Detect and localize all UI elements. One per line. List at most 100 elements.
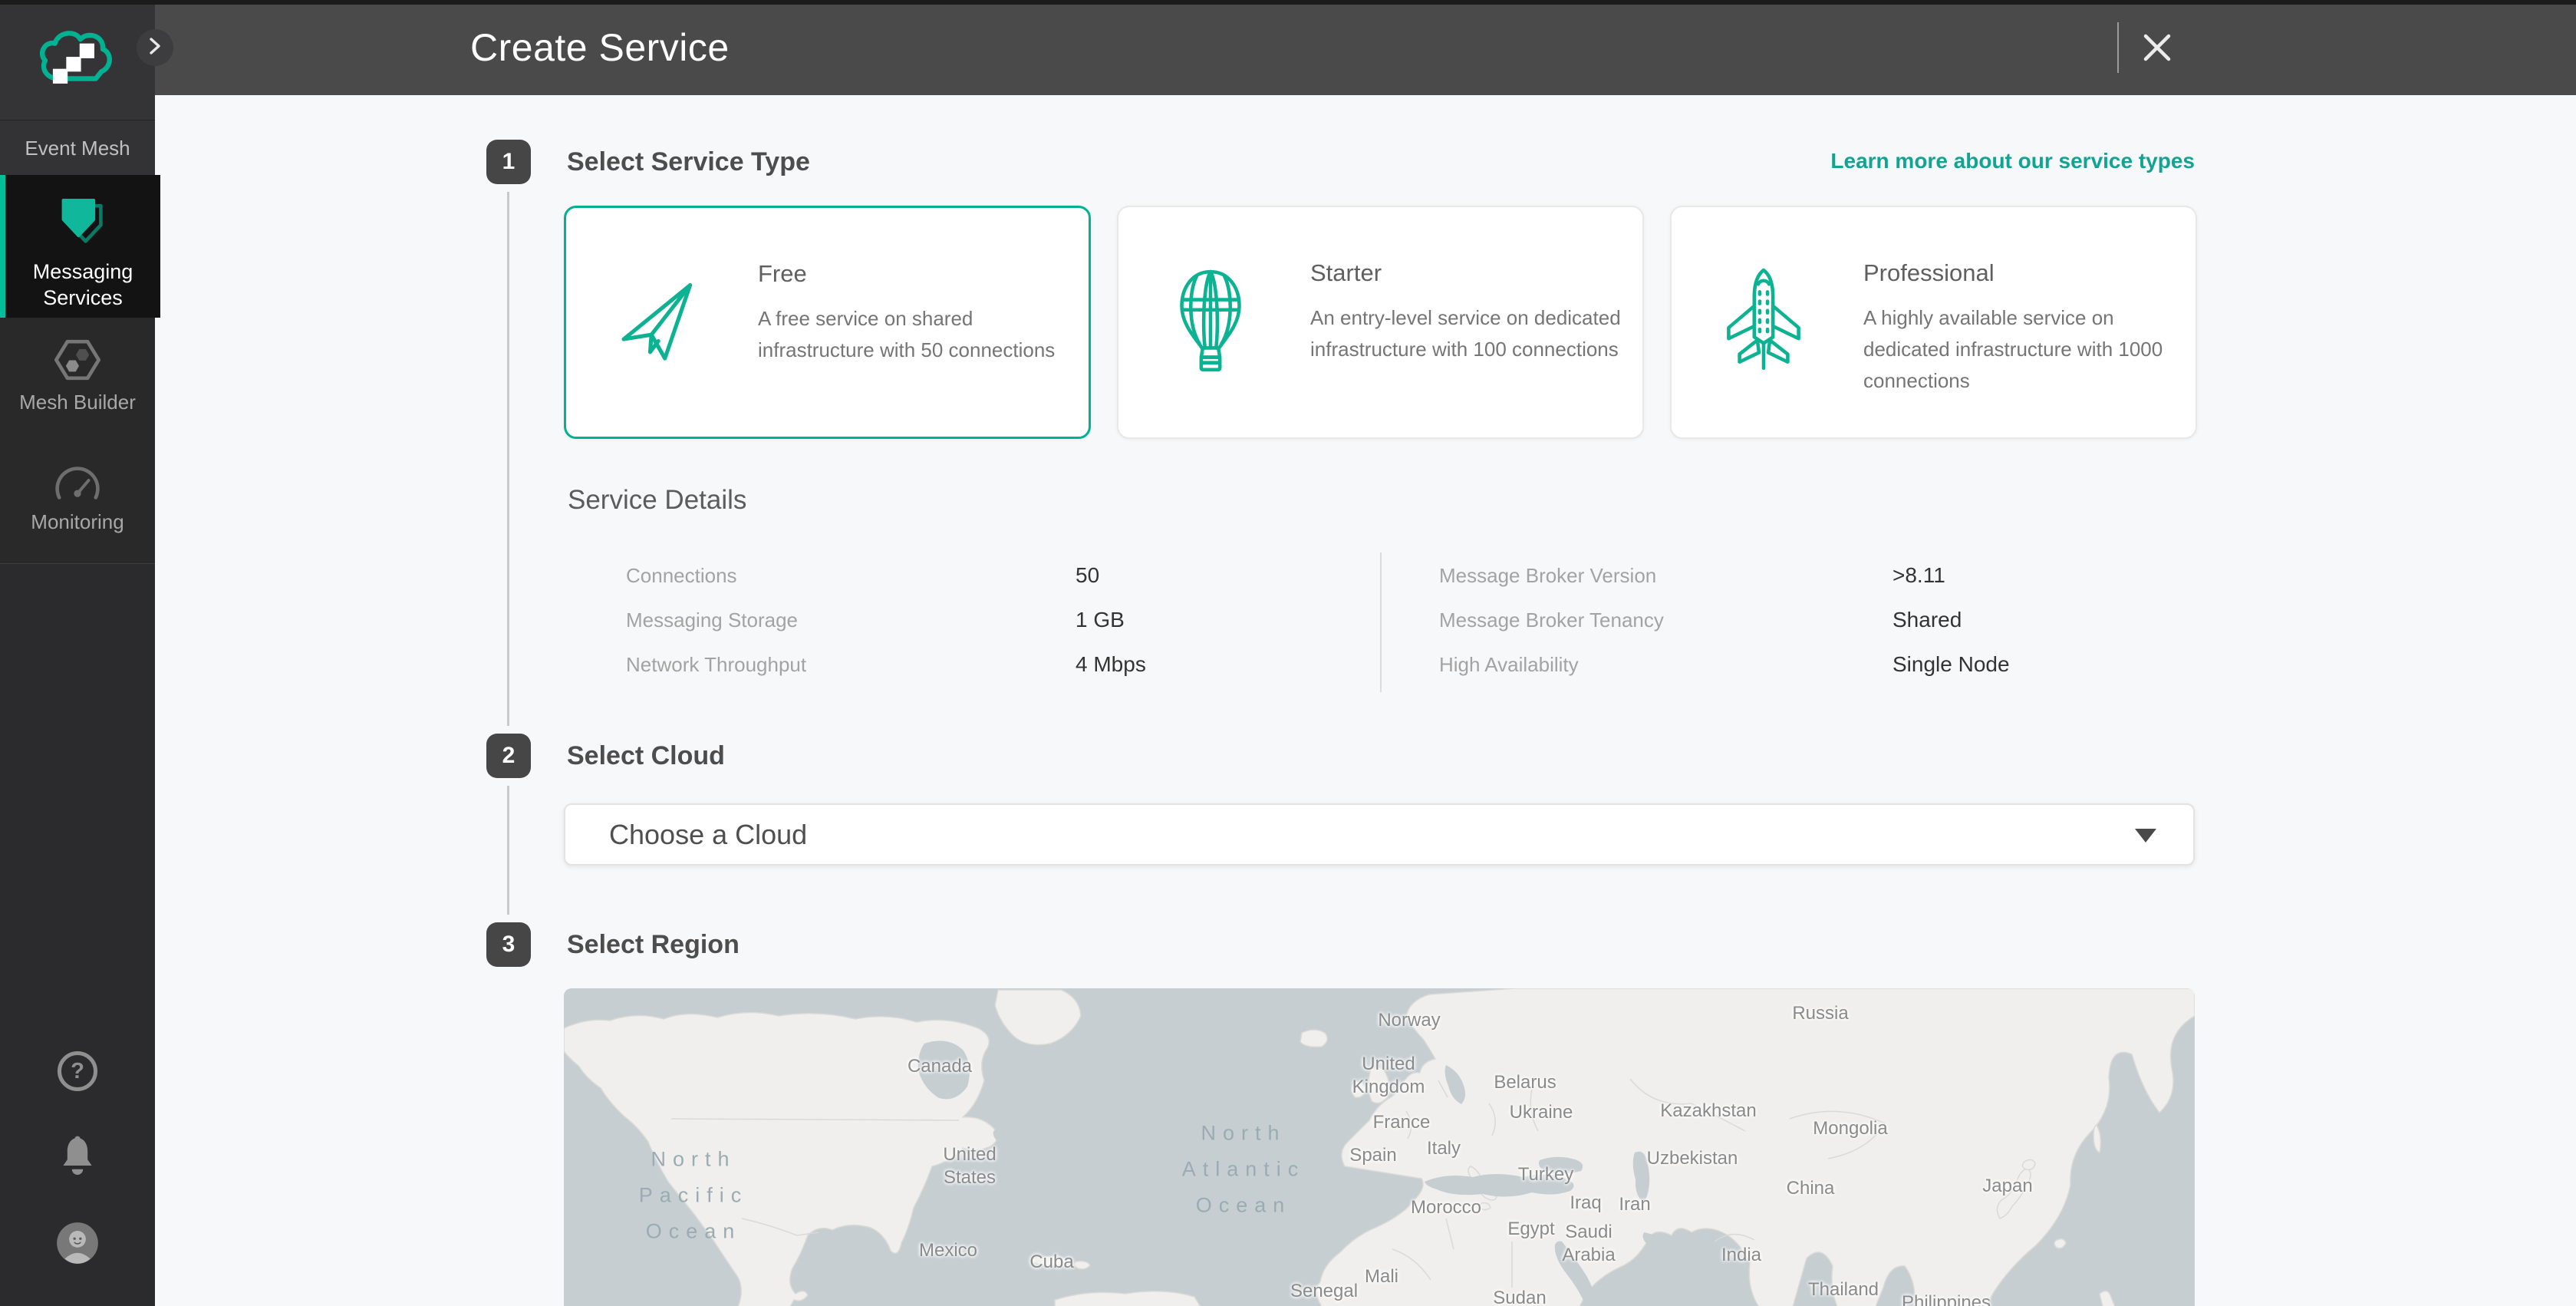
service-type-name: Professional <box>1863 259 1995 287</box>
map-country-label: Egypt <box>1507 1218 1554 1241</box>
detail-value: Shared <box>1892 608 1962 632</box>
step-1-badge: 1 <box>486 140 531 184</box>
sidebar: Event Mesh Messaging Services Mesh Build… <box>0 0 155 1306</box>
cloud-select[interactable]: Choose a Cloud <box>564 803 2195 866</box>
map-country-label: Kazakhstan <box>1660 1100 1756 1123</box>
sidebar-item-mesh-builder[interactable]: Mesh Builder <box>0 318 155 448</box>
solace-cloud-logo-icon <box>35 25 120 94</box>
map-country-label: Ukraine <box>1510 1101 1573 1124</box>
map-country-label: India <box>1721 1244 1761 1267</box>
service-details-right-column: Message Broker Version >8.11 Message Bro… <box>1439 563 2160 697</box>
service-details-left-column: Connections 50 Messaging Storage 1 GB Ne… <box>626 563 1347 697</box>
gauge-icon <box>52 459 103 509</box>
sidebar-item-label: Mesh Builder <box>0 389 155 415</box>
detail-label: Message Broker Tenancy <box>1439 608 1892 632</box>
detail-row: Network Throughput 4 Mbps <box>626 652 1347 677</box>
step-2-badge: 2 <box>486 734 531 778</box>
map-country-label: Uzbekistan <box>1647 1147 1738 1170</box>
map-country-label: Russia <box>1792 1002 1848 1025</box>
map-country-label: Italy <box>1427 1137 1461 1160</box>
service-type-card-starter[interactable]: Starter An entry-level service on dedica… <box>1117 206 1644 439</box>
product-label: Event Mesh <box>25 137 130 160</box>
detail-value: >8.11 <box>1892 563 1945 588</box>
map-country-label: Belarus <box>1494 1071 1556 1094</box>
hot-air-balloon-icon <box>1158 207 1262 440</box>
step-connector <box>507 192 509 726</box>
detail-label: Network Throughput <box>626 653 1076 677</box>
svg-text:?: ? <box>71 1059 84 1083</box>
map-country-label: Iraq <box>1570 1192 1601 1215</box>
account-button[interactable] <box>0 1219 155 1271</box>
detail-row: High Availability Single Node <box>1439 652 2160 677</box>
step-3-badge: 3 <box>486 922 531 967</box>
map-country-label: Morocco <box>1411 1196 1481 1219</box>
close-button[interactable] <box>2133 23 2182 72</box>
detail-row: Message Broker Tenancy Shared <box>1439 608 2160 632</box>
sidebar-expand-button[interactable] <box>137 29 173 66</box>
step-1-title: Select Service Type <box>567 140 810 184</box>
airplane-icon <box>1711 207 1815 440</box>
map-ocean-label: North Pacific Ocean <box>639 1142 749 1250</box>
logo-section <box>0 0 155 120</box>
map-country-label: Saudi Arabia <box>1562 1221 1615 1267</box>
paper-plane-icon <box>606 208 710 441</box>
sidebar-item-label: Monitoring <box>0 509 155 535</box>
detail-row: Message Broker Version >8.11 <box>1439 563 2160 588</box>
map-country-label: Senegal <box>1290 1280 1358 1303</box>
sidebar-item-monitoring[interactable]: Monitoring <box>0 448 155 564</box>
region-map[interactable]: Russia Canada Norway United Kingdom Belarus U… <box>564 988 2195 1306</box>
service-type-name: Free <box>758 260 807 288</box>
dialog-title: Create Service <box>470 0 730 95</box>
detail-label: Messaging Storage <box>626 608 1076 632</box>
detail-row: Connections 50 <box>626 563 1347 588</box>
map-country-label: Cuba <box>1029 1251 1073 1274</box>
map-country-label: Japan <box>1982 1175 2032 1198</box>
detail-label: High Availability <box>1439 653 1892 677</box>
map-country-label: Sudan <box>1493 1287 1546 1306</box>
map-country-label: Canada <box>908 1055 972 1078</box>
map-country-label: United States <box>943 1143 996 1189</box>
detail-value: 1 GB <box>1076 608 1125 632</box>
mesh-hexagon-icon <box>52 335 103 389</box>
detail-value: 4 Mbps <box>1076 652 1146 677</box>
notifications-button[interactable] <box>0 1133 155 1183</box>
map-country-label: Turkey <box>1518 1163 1573 1186</box>
dialog-body: 1 Select Service Type Learn more about o… <box>155 95 2576 1306</box>
details-divider <box>1380 552 1382 692</box>
detail-value: Single Node <box>1892 652 2010 677</box>
learn-more-link[interactable]: Learn more about our service types <box>1830 149 2195 173</box>
help-icon: ? <box>56 1083 99 1096</box>
header-divider <box>2117 22 2119 73</box>
service-type-card-free[interactable]: Free A free service on shared infrastruc… <box>564 206 1091 439</box>
service-type-name: Starter <box>1310 259 1382 287</box>
window-top-edge <box>0 0 2576 5</box>
detail-label: Connections <box>626 564 1076 588</box>
map-country-label: Spain <box>1349 1144 1396 1167</box>
service-type-card-professional[interactable]: Professional A highly available service … <box>1670 206 2197 439</box>
detail-value: 50 <box>1076 563 1099 588</box>
sidebar-item-label: Messaging Services <box>5 259 160 311</box>
service-type-description: A free service on shared infrastructure … <box>758 303 1069 366</box>
service-type-description: An entry-level service on dedicated infr… <box>1310 302 1621 365</box>
dialog-header: Create Service <box>155 0 2576 95</box>
map-country-label: Philippines <box>1902 1291 1991 1306</box>
close-icon <box>2133 62 2182 75</box>
chevron-right-icon <box>147 36 163 60</box>
map-country-label: Mexico <box>919 1239 977 1262</box>
caret-down-icon <box>2135 829 2156 843</box>
map-country-label: Mali <box>1365 1265 1398 1288</box>
detail-label: Message Broker Version <box>1439 564 1892 588</box>
service-type-description: A highly available service on dedicated … <box>1863 302 2174 397</box>
detail-row: Messaging Storage 1 GB <box>626 608 1347 632</box>
product-section: Event Mesh <box>0 120 155 176</box>
help-button[interactable]: ? <box>0 1050 155 1097</box>
service-details-title: Service Details <box>568 485 746 516</box>
map-country-label: Iran <box>1619 1193 1650 1216</box>
sidebar-item-messaging-services[interactable]: Messaging Services <box>0 175 160 318</box>
map-country-label: Norway <box>1378 1009 1440 1032</box>
step-3-title: Select Region <box>567 922 740 967</box>
step-2-title: Select Cloud <box>567 734 725 778</box>
map-country-label: United Kingdom <box>1352 1053 1425 1099</box>
map-country-label: Thailand <box>1808 1278 1879 1301</box>
map-country-label: Mongolia <box>1813 1117 1887 1140</box>
